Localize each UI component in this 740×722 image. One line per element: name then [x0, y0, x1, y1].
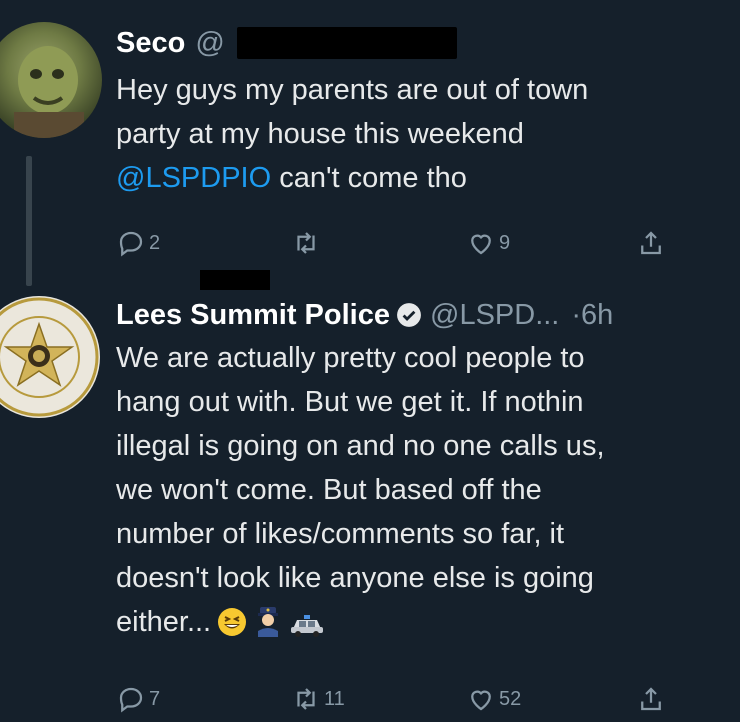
cropped-header: [0, 0, 740, 14]
redaction-bar: [236, 27, 457, 59]
police-car-emoji: [291, 615, 324, 637]
tweet-header: Seco @: [116, 24, 730, 62]
avatar-seco[interactable]: [0, 22, 102, 138]
reply-icon: [119, 687, 143, 713]
thread-connector-line: [26, 156, 32, 286]
tweet-header: Lees Summit Police @LSPD... ·6h: [116, 296, 730, 334]
display-name[interactable]: Lees Summit Police: [116, 296, 390, 334]
redaction-bar: [200, 270, 270, 290]
tweet-body-line: hang out with. But we get it. If nothin: [116, 386, 584, 418]
police-badge-icon: [0, 297, 99, 417]
mention-link[interactable]: @LSPDPIO: [116, 162, 271, 194]
verified-badge-icon: [397, 303, 421, 327]
tweet-body-line: we won't come. But based off the: [116, 474, 542, 506]
avatar-lees-summit-police[interactable]: [0, 296, 100, 418]
like-count: 52: [499, 687, 522, 710]
tweet-body: Hey guys my parents are out of town part…: [116, 68, 730, 200]
reply-button[interactable]: 2: [116, 228, 160, 258]
retweet-icon: [297, 688, 315, 710]
share-icon: [641, 687, 661, 711]
tweet-seco[interactable]: Seco @ Hey guys my parents are out of to…: [116, 24, 730, 200]
tweet-actions: 7 11 52: [116, 684, 676, 718]
share-button[interactable]: [636, 228, 666, 258]
tweet-body-text: either...: [116, 606, 212, 638]
like-button[interactable]: 52: [466, 684, 521, 714]
like-count: 9: [499, 231, 511, 254]
like-icon: [471, 234, 491, 255]
tweet-actions: 2 9: [116, 228, 676, 262]
avatar-seco-image: [14, 46, 84, 138]
tweet-body-line: We are actually pretty cool people to: [116, 342, 585, 374]
tweet-body-line: Hey guys my parents are out of town: [116, 74, 589, 106]
tweet-body-line: either...: [116, 600, 730, 644]
reply-count: 7: [149, 687, 161, 710]
reply-count: 2: [149, 231, 161, 254]
like-icon: [471, 690, 491, 711]
share-icon: [641, 231, 661, 255]
reply-icon: [119, 231, 143, 257]
retweet-button[interactable]: 11: [291, 684, 345, 714]
reply-button[interactable]: 7: [116, 684, 160, 714]
handle[interactable]: @LSPD...: [430, 296, 559, 334]
share-button[interactable]: [636, 684, 666, 714]
tweet-body: We are actually pretty cool people to ha…: [116, 336, 730, 644]
tweet-lees-summit-police[interactable]: Lees Summit Police @LSPD... ·6h We are a…: [116, 296, 730, 644]
tweet-body-line: party at my house this weekend: [116, 118, 524, 150]
tweet-body-line: @LSPDPIO can't come tho: [116, 156, 730, 200]
like-button[interactable]: 9: [466, 228, 510, 258]
handle[interactable]: @: [195, 24, 224, 62]
retweet-button[interactable]: [291, 228, 324, 258]
grinning-squinting-emoji: [218, 608, 247, 636]
tweet-body-text: can't come tho: [271, 162, 467, 194]
tweet-body-line: number of likes/comments so far, it: [116, 518, 565, 550]
retweet-count: 11: [324, 687, 345, 710]
retweet-icon: [297, 232, 315, 254]
tweet-body-line: doesn't look like anyone else is going: [116, 562, 594, 594]
display-name[interactable]: Seco: [116, 24, 185, 62]
timestamp[interactable]: ·6h: [571, 296, 613, 334]
police-officer-emoji: [258, 607, 279, 637]
tweet-body-line: illegal is going on and no one calls us,: [116, 430, 605, 462]
